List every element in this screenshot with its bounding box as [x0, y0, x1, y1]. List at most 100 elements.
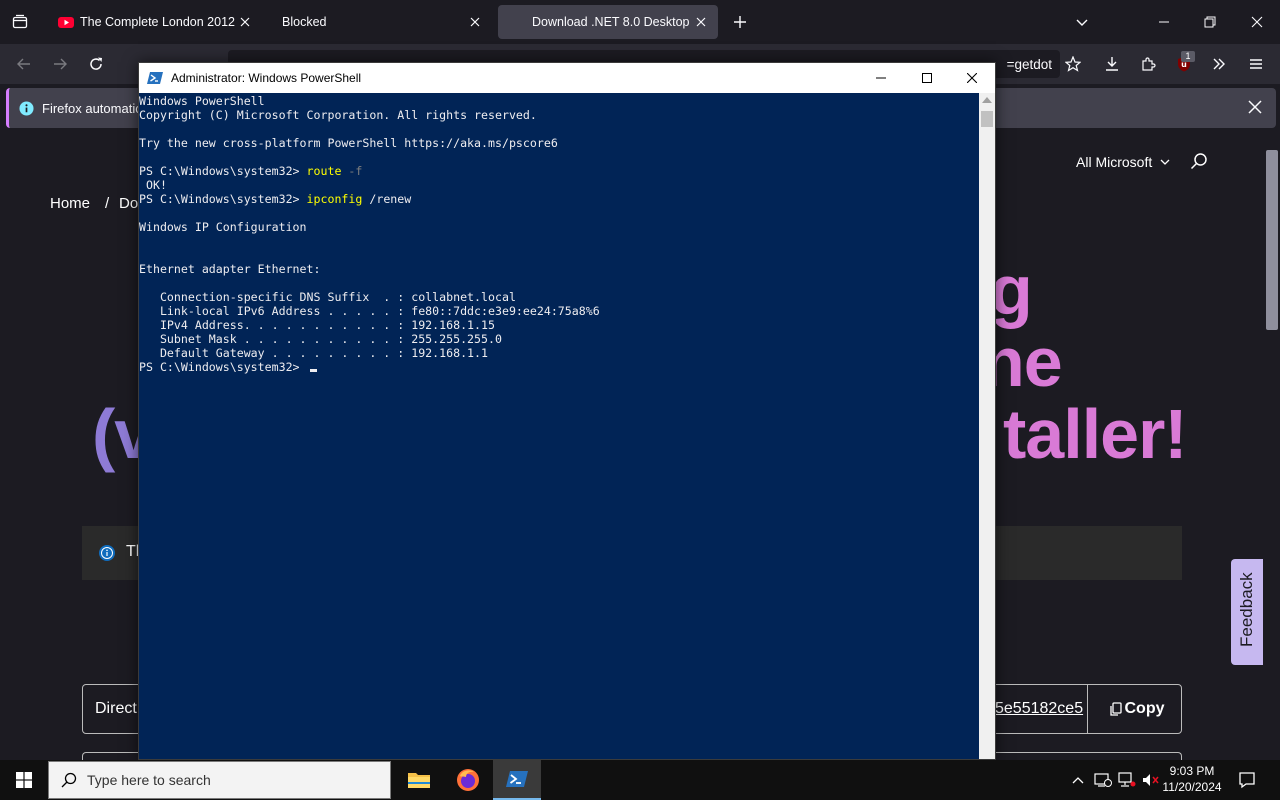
copy-label: Copy — [1124, 700, 1165, 717]
info-icon — [98, 544, 116, 562]
console-argument: /renew — [362, 192, 412, 206]
new-tab-icon[interactable] — [728, 10, 752, 34]
file-explorer-taskbar-button[interactable] — [395, 760, 443, 800]
powershell-icon — [506, 770, 528, 788]
copy-icon — [1109, 702, 1122, 716]
network-icon[interactable] — [1116, 760, 1138, 800]
volume-muted-icon[interactable] — [1140, 760, 1162, 800]
console-line: Ethernet adapter Ethernet: — [139, 262, 321, 276]
maximize-icon[interactable] — [904, 63, 950, 93]
page-title-fragment: g — [990, 251, 1033, 329]
close-tab-icon[interactable] — [466, 13, 484, 31]
tab-label: Blocked — [282, 15, 327, 29]
breadcrumb-separator: / — [105, 195, 110, 212]
search-icon[interactable] — [1190, 152, 1208, 170]
powershell-taskbar-button[interactable] — [493, 760, 541, 800]
start-button[interactable] — [0, 760, 48, 800]
breadcrumb-downloads[interactable]: Do — [119, 195, 138, 212]
console-prompt: PS C:\Windows\system32> — [139, 360, 307, 374]
tab-list-icon[interactable] — [8, 10, 32, 34]
console-scroll-thumb[interactable] — [981, 111, 993, 127]
hamburger-menu-icon[interactable] — [1244, 52, 1268, 76]
powershell-window[interactable]: Administrator: Windows PowerShell Window… — [138, 62, 996, 760]
loading-favicon-icon — [510, 14, 526, 30]
bookmark-star-icon[interactable] — [1061, 52, 1085, 76]
page-title-fragment: taller! — [1003, 395, 1188, 473]
powershell-icon — [147, 70, 163, 86]
windows-logo-icon — [16, 772, 32, 788]
console-line: Default Gateway . . . . . . . . . : 192.… — [139, 346, 489, 360]
console-prompt: PS C:\Windows\system32> — [139, 192, 307, 206]
forward-icon[interactable] — [48, 52, 72, 76]
extensions-icon[interactable] — [1136, 52, 1160, 76]
console-line: Copyright (C) Microsoft Corporation. All… — [139, 108, 537, 122]
text-cursor — [309, 369, 317, 372]
close-window-icon[interactable] — [949, 63, 995, 93]
page-scroll-thumb[interactable] — [1266, 150, 1278, 330]
windows-taskbar: Type here to search 9:03 PM 11/20/2024 — [0, 760, 1280, 800]
more-tools-icon[interactable] — [1207, 52, 1231, 76]
console-line: Windows IP Configuration — [139, 220, 307, 234]
minimize-icon[interactable] — [1152, 10, 1176, 34]
console-argument: -f — [341, 164, 363, 178]
close-tab-icon[interactable] — [692, 13, 710, 31]
back-icon[interactable] — [12, 52, 36, 76]
all-microsoft-label: All Microsoft — [1076, 154, 1153, 170]
copy-button[interactable]: Copy — [1093, 685, 1181, 733]
powershell-title-bar[interactable]: Administrator: Windows PowerShell — [139, 63, 995, 93]
tab-blocked[interactable]: Blocked — [270, 5, 492, 39]
console-prompt: PS C:\Windows\system32> — [139, 164, 307, 178]
console-line: Link-local IPv6 Address . . . . . : fe80… — [139, 304, 600, 318]
breadcrumb-home[interactable]: Home — [50, 195, 90, 212]
notification-center-icon[interactable] — [1232, 760, 1262, 800]
console-line: Connection-specific DNS Suffix . : colla… — [139, 290, 516, 304]
console-scrollbar[interactable] — [979, 93, 995, 759]
system-clock[interactable]: 9:03 PM 11/20/2024 — [1160, 763, 1224, 795]
folder-icon — [407, 770, 431, 790]
console-line: OK! — [139, 178, 167, 192]
divider — [1087, 685, 1088, 733]
minimize-icon[interactable] — [858, 63, 904, 93]
notification-text: Firefox automatica — [42, 100, 149, 116]
show-hidden-icons-chevron-up-icon[interactable] — [1068, 760, 1088, 800]
console-line: Try the new cross-platform PowerShell ht… — [139, 136, 558, 150]
security-center-icon[interactable] — [1092, 760, 1114, 800]
downloads-icon[interactable] — [1100, 52, 1124, 76]
info-icon — [19, 100, 34, 116]
console-line: Windows PowerShell — [139, 94, 265, 108]
clock-time: 9:03 PM — [1169, 764, 1215, 778]
console-output: Windows PowerShell Copyright (C) Microso… — [139, 94, 979, 374]
chevron-down-icon — [1160, 157, 1170, 167]
feedback-button[interactable]: Feedback — [1231, 559, 1263, 665]
checksum-link[interactable]: 5e55182ce5 — [995, 700, 1083, 718]
restore-icon[interactable] — [1198, 10, 1222, 34]
close-notification-icon[interactable] — [1248, 100, 1262, 114]
browser-tab-bar: The Complete London 2012 Op Blocked Down… — [0, 0, 1280, 44]
search-icon — [61, 772, 77, 788]
powershell-window-title: Administrator: Windows PowerShell — [171, 71, 362, 85]
tab-label: Download .NET 8.0 Desktop Ru — [532, 15, 692, 29]
chevron-down-icon[interactable] — [1070, 10, 1094, 34]
firefox-icon — [456, 768, 480, 792]
console-command: ipconfig — [306, 192, 363, 206]
url-text: =getdot — [1006, 56, 1052, 72]
firefox-taskbar-button[interactable] — [444, 760, 492, 800]
youtube-icon — [58, 14, 74, 30]
close-tab-icon[interactable] — [236, 13, 254, 31]
tab-dotnet-download[interactable]: Download .NET 8.0 Desktop Ru — [498, 5, 718, 39]
feedback-label: Feedback — [1237, 572, 1256, 647]
scroll-up-arrow-icon[interactable] — [982, 97, 992, 103]
console-line: IPv4 Address. . . . . . . . . . . : 192.… — [139, 318, 495, 332]
tab-london-2012[interactable]: The Complete London 2012 Op — [46, 5, 262, 39]
direct-link-label: Direct — [95, 700, 137, 717]
taskbar-search-box[interactable]: Type here to search — [48, 761, 391, 799]
reload-icon[interactable] — [84, 52, 108, 76]
search-placeholder: Type here to search — [87, 772, 211, 788]
powershell-console[interactable]: Windows PowerShell Copyright (C) Microso… — [139, 93, 979, 759]
tab-label: The Complete London 2012 Op — [80, 15, 236, 29]
clock-date: 11/20/2024 — [1162, 780, 1222, 794]
console-command: route — [306, 164, 342, 178]
close-window-icon[interactable] — [1245, 10, 1269, 34]
extension-badge: 1 — [1181, 51, 1195, 62]
all-microsoft-menu[interactable]: All Microsoft — [1076, 154, 1170, 170]
